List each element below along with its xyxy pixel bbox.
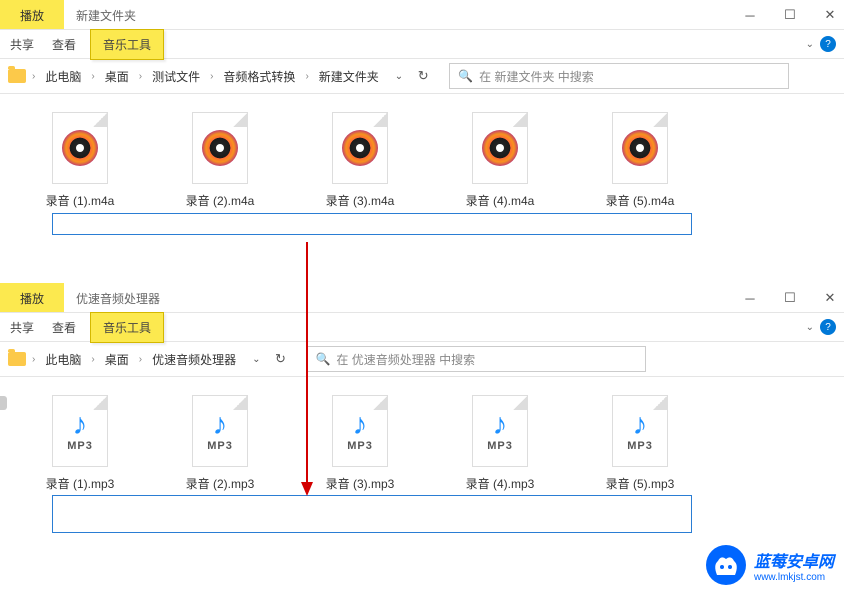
mp3-file-icon: ♪MP3 bbox=[192, 395, 248, 467]
explorer-window-2: 播放 优速音频处理器 ─ ☐ ✕ 共享 查看 音乐工具 ⌄ ? › 此电脑 › … bbox=[0, 283, 844, 543]
address-dropdown-icon[interactable]: ⌄ bbox=[252, 354, 260, 365]
file-label: 录音 (2).mp3 bbox=[186, 475, 255, 492]
file-label: 录音 (1).m4a bbox=[46, 192, 115, 209]
file-label: 录音 (3).m4a bbox=[326, 192, 395, 209]
file-item[interactable]: 录音 (4).m4a bbox=[460, 112, 540, 209]
file-item[interactable]: 录音 (2).m4a bbox=[180, 112, 260, 209]
file-item[interactable]: ♪MP3 录音 (4).mp3 bbox=[460, 395, 540, 492]
window-title: 优速音频处理器 bbox=[64, 283, 172, 312]
file-label: 录音 (5).m4a bbox=[606, 192, 675, 209]
ribbon-share[interactable]: 共享 bbox=[10, 319, 34, 336]
m4a-file-icon bbox=[472, 112, 528, 184]
file-item[interactable]: ♪MP3 录音 (2).mp3 bbox=[180, 395, 260, 492]
ribbon-view[interactable]: 查看 bbox=[52, 319, 76, 336]
chevron-down-icon[interactable]: ⌄ bbox=[806, 39, 814, 50]
breadcrumb[interactable]: 此电脑 bbox=[41, 348, 85, 371]
mp3-file-icon: ♪MP3 bbox=[612, 395, 668, 467]
search-placeholder: 在 优速音频处理器 中搜索 bbox=[336, 351, 475, 368]
file-label: 录音 (1).mp3 bbox=[46, 475, 115, 492]
chevron-right-icon: › bbox=[32, 71, 35, 82]
address-bar: › 此电脑 › 桌面 › 测试文件 › 音频格式转换 › 新建文件夹 ⌄ ↻ 🔍… bbox=[0, 58, 844, 94]
refresh-icon[interactable]: ↻ bbox=[409, 68, 437, 84]
address-dropdown-icon[interactable]: ⌄ bbox=[395, 71, 403, 82]
breadcrumb[interactable]: 此电脑 bbox=[41, 65, 85, 88]
watermark-text: 蓝莓安卓网 bbox=[754, 548, 834, 572]
close-button[interactable]: ✕ bbox=[822, 290, 838, 306]
file-item[interactable]: 录音 (3).m4a bbox=[320, 112, 400, 209]
chevron-right-icon: › bbox=[91, 71, 94, 82]
breadcrumb[interactable]: 新建文件夹 bbox=[315, 65, 383, 88]
minimize-button[interactable]: ─ bbox=[742, 7, 758, 23]
chevron-right-icon: › bbox=[139, 354, 142, 365]
chevron-right-icon: › bbox=[139, 71, 142, 82]
ribbon: 共享 查看 音乐工具 ⌄ ? bbox=[0, 30, 844, 58]
search-input[interactable]: 🔍 在 新建文件夹 中搜索 bbox=[449, 63, 789, 89]
ribbon: 共享 查看 音乐工具 ⌄ ? bbox=[0, 313, 844, 341]
mp3-file-icon: ♪MP3 bbox=[332, 395, 388, 467]
close-button[interactable]: ✕ bbox=[822, 7, 838, 23]
maximize-button[interactable]: ☐ bbox=[782, 7, 798, 23]
chevron-right-icon: › bbox=[210, 71, 213, 82]
address-bar: › 此电脑 › 桌面 › 优速音频处理器 ⌄ ↻ 🔍 在 优速音频处理器 中搜索 bbox=[0, 341, 844, 377]
ribbon-music-tool[interactable]: 音乐工具 bbox=[90, 312, 164, 343]
file-label: 录音 (4).mp3 bbox=[466, 475, 535, 492]
chevron-right-icon: › bbox=[32, 354, 35, 365]
chevron-down-icon[interactable]: ⌄ bbox=[806, 322, 814, 333]
file-label: 录音 (5).mp3 bbox=[606, 475, 675, 492]
breadcrumb[interactable]: 优速音频处理器 bbox=[148, 348, 240, 371]
chevron-right-icon: › bbox=[91, 354, 94, 365]
titlebar: 播放 新建文件夹 ─ ☐ ✕ bbox=[0, 0, 844, 30]
breadcrumb[interactable]: 测试文件 bbox=[148, 65, 204, 88]
annotation-arrow bbox=[306, 242, 308, 494]
search-input[interactable]: 🔍 在 优速音频处理器 中搜索 bbox=[306, 346, 646, 372]
ribbon-share[interactable]: 共享 bbox=[10, 36, 34, 53]
breadcrumb[interactable]: 桌面 bbox=[101, 348, 133, 371]
file-pane[interactable]: ♪MP3 录音 (1).mp3 ♪MP3 录音 (2).mp3 ♪MP3 录音 … bbox=[0, 377, 844, 510]
m4a-file-icon bbox=[332, 112, 388, 184]
breadcrumb[interactable]: 桌面 bbox=[101, 65, 133, 88]
minimize-button[interactable]: ─ bbox=[742, 290, 758, 306]
watermark-icon bbox=[706, 545, 746, 585]
m4a-file-icon bbox=[192, 112, 248, 184]
search-icon: 🔍 bbox=[458, 69, 473, 83]
titlebar: 播放 优速音频处理器 ─ ☐ ✕ bbox=[0, 283, 844, 313]
window-title: 新建文件夹 bbox=[64, 0, 148, 29]
watermark: 蓝莓安卓网 www.lmkjst.com bbox=[706, 545, 834, 585]
file-item[interactable]: ♪MP3 录音 (3).mp3 bbox=[320, 395, 400, 492]
file-item[interactable]: 录音 (5).m4a bbox=[600, 112, 680, 209]
mp3-file-icon: ♪MP3 bbox=[52, 395, 108, 467]
file-label: 录音 (3).mp3 bbox=[326, 475, 395, 492]
ribbon-music-tool[interactable]: 音乐工具 bbox=[90, 29, 164, 60]
folder-icon[interactable] bbox=[8, 352, 26, 366]
folder-icon[interactable] bbox=[8, 69, 26, 83]
side-tab[interactable] bbox=[0, 396, 7, 410]
m4a-file-icon bbox=[52, 112, 108, 184]
file-label: 录音 (4).m4a bbox=[466, 192, 535, 209]
play-tab[interactable]: 播放 bbox=[0, 0, 64, 29]
refresh-icon[interactable]: ↻ bbox=[266, 351, 294, 367]
help-icon[interactable]: ? bbox=[820, 319, 836, 335]
ribbon-view[interactable]: 查看 bbox=[52, 36, 76, 53]
maximize-button[interactable]: ☐ bbox=[782, 290, 798, 306]
file-pane[interactable]: 录音 (1).m4a 录音 (2).m4a 录音 (3).m4a 录音 (4).… bbox=[0, 94, 844, 227]
breadcrumb[interactable]: 音频格式转换 bbox=[219, 65, 299, 88]
file-item[interactable]: ♪MP3 录音 (1).mp3 bbox=[40, 395, 120, 492]
chevron-right-icon: › bbox=[305, 71, 308, 82]
file-item[interactable]: ♪MP3 录音 (5).mp3 bbox=[600, 395, 680, 492]
watermark-url: www.lmkjst.com bbox=[754, 572, 834, 583]
file-label: 录音 (2).m4a bbox=[186, 192, 255, 209]
help-icon[interactable]: ? bbox=[820, 36, 836, 52]
search-placeholder: 在 新建文件夹 中搜索 bbox=[479, 68, 594, 85]
mp3-file-icon: ♪MP3 bbox=[472, 395, 528, 467]
search-icon: 🔍 bbox=[315, 352, 330, 366]
file-item[interactable]: 录音 (1).m4a bbox=[40, 112, 120, 209]
m4a-file-icon bbox=[612, 112, 668, 184]
play-tab[interactable]: 播放 bbox=[0, 283, 64, 312]
explorer-window-1: 播放 新建文件夹 ─ ☐ ✕ 共享 查看 音乐工具 ⌄ ? › 此电脑 › 桌面… bbox=[0, 0, 844, 283]
